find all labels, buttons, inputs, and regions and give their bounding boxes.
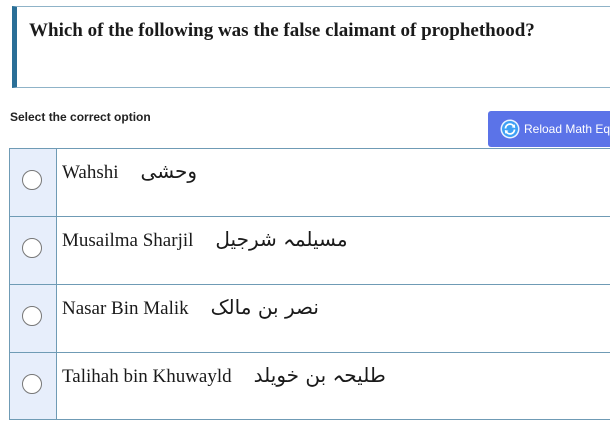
option-text-en: Wahshi [62,162,119,183]
question-text: Which of the following was the false cla… [29,20,535,41]
radio-cell [10,217,57,284]
option-row-1[interactable]: Wahshi وحشی [9,148,610,216]
select-option-label: Select the correct option [10,110,151,124]
reload-math-button-label: Reload Math Eq [524,122,610,136]
radio-cell [10,149,57,216]
option-text-ar: طلیحہ بن خویلد [253,363,386,387]
options-list: Wahshi وحشی Musailma Sharjil مسیلمہ شرجیل … [9,148,610,420]
option-label-cell: Talihah bin Khuwayld طلیحہ بن خویلد [57,353,610,419]
option-label-1: Wahshi وحشی [62,159,197,184]
option-radio-3[interactable] [22,306,42,326]
radio-cell [10,353,57,419]
option-text-ar: مسیلمہ شرجیل [215,227,348,251]
refresh-icon [500,119,520,139]
option-text-en: Nasar Bin Malik [62,298,189,319]
question-box: Which of the following was the false cla… [12,6,610,88]
option-label-cell: Musailma Sharjil مسیلمہ شرجیل [57,217,610,284]
option-label-cell: Nasar Bin Malik نصر بن مالک [57,285,610,352]
option-label-3: Nasar Bin Malik نصر بن مالک [62,295,319,320]
option-text-en: Musailma Sharjil [62,230,194,251]
option-radio-4[interactable] [22,374,42,394]
option-radio-1[interactable] [22,170,42,190]
option-row-2[interactable]: Musailma Sharjil مسیلمہ شرجیل [9,216,610,284]
option-radio-2[interactable] [22,238,42,258]
option-label-cell: Wahshi وحشی [57,149,610,216]
option-row-4[interactable]: Talihah bin Khuwayld طلیحہ بن خویلد [9,352,610,420]
option-label-2: Musailma Sharjil مسیلمہ شرجیل [62,227,348,252]
reload-math-button[interactable]: Reload Math Eq [488,111,610,147]
option-text-ar: نصر بن مالک [210,295,319,319]
option-row-3[interactable]: Nasar Bin Malik نصر بن مالک [9,284,610,352]
option-text-ar: وحشی [140,159,198,183]
radio-cell [10,285,57,352]
option-label-4: Talihah bin Khuwayld طلیحہ بن خویلد [62,363,386,388]
option-text-en: Talihah bin Khuwayld [62,366,232,387]
